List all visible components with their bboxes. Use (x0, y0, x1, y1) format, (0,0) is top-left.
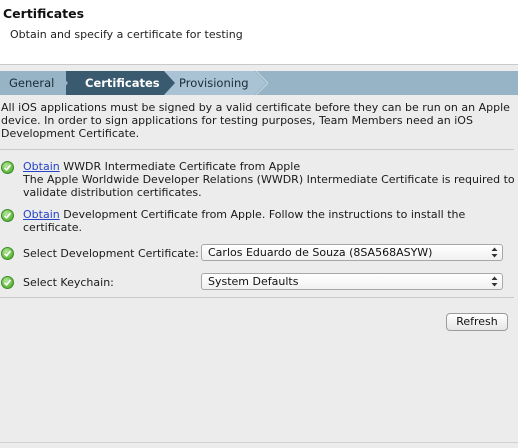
intro-line: All iOS applications must be signed by a… (1, 101, 510, 114)
step-dev-text: Obtain Development Certificate from Appl… (23, 208, 465, 234)
obtain-wwdr-link[interactable]: Obtain (23, 160, 60, 173)
step-dev-title: Development Certificate from Apple. Foll… (59, 208, 466, 221)
breadcrumb-label-provisioning: Provisioning (179, 76, 249, 90)
breadcrumb-chevron-3 (254, 71, 268, 95)
divider (0, 442, 518, 443)
check-icon (1, 247, 14, 260)
step-wwdr-desc: validate distribution certificates. (23, 186, 202, 199)
intro-text: All iOS applications must be signed by a… (1, 101, 511, 140)
check-icon (1, 209, 14, 222)
divider (0, 297, 514, 298)
breadcrumb-label-general: General (9, 76, 55, 90)
breadcrumb-chevron-1 (58, 71, 68, 95)
dev-certificate-value: Carlos Eduardo de Souza (8SA568ASYW) (208, 246, 433, 259)
page-title: Certificates (3, 6, 85, 21)
step-wwdr-text: Obtain WWDR Intermediate Certificate fro… (23, 160, 515, 199)
keychain-value: System Defaults (208, 275, 299, 288)
select-keychain-label: Select Keychain: (23, 276, 114, 289)
breadcrumb-item-certificates[interactable]: Certificates (66, 71, 164, 95)
refresh-button[interactable]: Refresh (446, 313, 508, 331)
intro-line: device. In order to sign applications fo… (1, 114, 473, 127)
breadcrumb-item-provisioning[interactable]: Provisioning (164, 71, 254, 95)
intro-line: Development Certificate. (1, 127, 140, 140)
step-wwdr-desc: The Apple Worldwide Developer Relations … (23, 173, 515, 186)
breadcrumb-chevron-2 (164, 71, 175, 95)
breadcrumb-label-certificates: Certificates (85, 76, 160, 90)
check-icon (1, 161, 14, 174)
obtain-dev-cert-link[interactable]: Obtain (23, 208, 60, 221)
step-dev-desc: certificate. (23, 221, 83, 234)
select-cert-label: Select Development Certificate: (23, 247, 199, 260)
breadcrumb-item-general[interactable]: General (0, 71, 66, 95)
page-subtitle: Obtain and specify a certificate for tes… (10, 28, 243, 41)
page-header: Certificates Obtain and specify a certif… (0, 0, 518, 65)
chevron-updown-icon (491, 247, 498, 258)
keychain-select[interactable]: System Defaults (201, 273, 503, 290)
check-icon (1, 276, 14, 289)
breadcrumb: General Certificates Provisioning (0, 71, 518, 95)
divider (0, 149, 514, 150)
step-wwdr-title: WWDR Intermediate Certificate from Apple (59, 160, 301, 173)
dev-certificate-select[interactable]: Carlos Eduardo de Souza (8SA568ASYW) (201, 244, 503, 261)
chevron-updown-icon (491, 276, 498, 287)
